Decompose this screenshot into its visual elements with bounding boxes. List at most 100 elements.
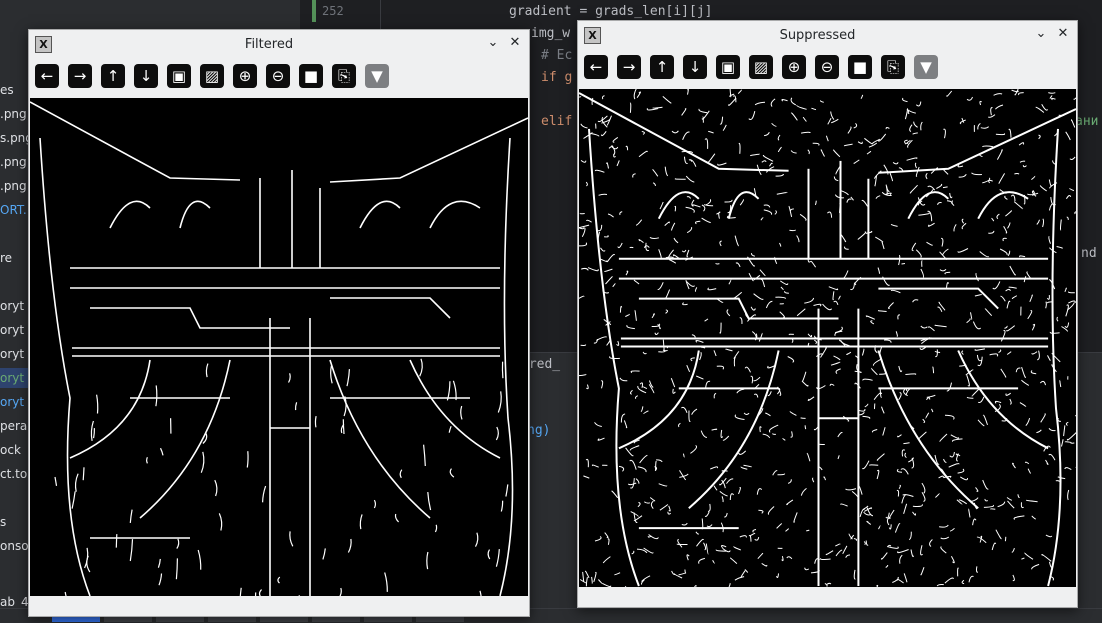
edge-line bbox=[1009, 287, 1017, 288]
edge-line bbox=[1026, 418, 1030, 426]
project-item-selected[interactable]: oryt bbox=[0, 368, 28, 388]
edge-line bbox=[639, 240, 643, 243]
down-icon[interactable]: ↓ bbox=[683, 55, 707, 79]
minimize-chevron-icon[interactable]: ⌄ bbox=[1033, 26, 1049, 42]
clipboard-icon[interactable]: ⎘ bbox=[881, 55, 905, 79]
project-item[interactable]: es bbox=[0, 80, 14, 100]
edge-line bbox=[899, 255, 900, 265]
minimize-chevron-icon[interactable]: ⌄ bbox=[485, 35, 501, 51]
project-item[interactable]: s bbox=[0, 512, 6, 532]
edge-line bbox=[778, 135, 780, 140]
edge-line bbox=[797, 236, 799, 243]
edge-line bbox=[685, 157, 688, 164]
image-icon[interactable]: ▣ bbox=[716, 55, 740, 79]
suppressed-window[interactable]: X Suppressed ⌄ ✕ ← → ↑ ↓ ▣ ▨ ⊕ ⊖ ■ ⎘ ▼ bbox=[577, 20, 1078, 608]
edge-line bbox=[672, 131, 678, 133]
title-bar[interactable]: X Suppressed ⌄ ✕ bbox=[578, 21, 1077, 49]
project-item[interactable]: pera bbox=[0, 416, 27, 436]
edge-line bbox=[939, 525, 948, 527]
edge-line bbox=[805, 568, 809, 570]
edge-line bbox=[760, 427, 762, 432]
edge-line bbox=[488, 550, 490, 559]
save-icon[interactable]: ■ bbox=[848, 55, 872, 79]
edge-line bbox=[607, 254, 614, 262]
project-item[interactable]: .png bbox=[0, 152, 27, 172]
title-bar[interactable]: X Filtered ⌄ ✕ bbox=[29, 30, 529, 58]
edge-line bbox=[785, 291, 789, 293]
edge-line bbox=[967, 97, 973, 100]
project-item[interactable]: onso bbox=[0, 536, 29, 556]
project-item[interactable]: ORT. bbox=[0, 200, 27, 220]
project-item[interactable]: oryt bbox=[0, 392, 24, 412]
image-icon[interactable]: ▣ bbox=[167, 64, 191, 88]
edge-line bbox=[592, 465, 598, 467]
close-icon[interactable]: ✕ bbox=[1055, 26, 1071, 42]
project-item[interactable]: re bbox=[0, 248, 12, 268]
project-item[interactable]: .png bbox=[0, 176, 27, 196]
bottom-tab[interactable] bbox=[156, 617, 204, 622]
edge-line bbox=[630, 103, 631, 113]
edge-line bbox=[289, 373, 291, 382]
up-icon[interactable]: ↑ bbox=[650, 55, 674, 79]
project-item[interactable]: oryt bbox=[0, 344, 24, 364]
edge-line bbox=[908, 110, 909, 114]
image-edit-icon[interactable]: ▨ bbox=[749, 55, 773, 79]
edge-line bbox=[630, 446, 639, 451]
bottom-tab[interactable] bbox=[364, 617, 412, 622]
edge-line bbox=[177, 539, 179, 549]
close-icon[interactable]: ✕ bbox=[507, 35, 523, 51]
bottom-tab[interactable] bbox=[416, 617, 464, 622]
edge-line bbox=[97, 395, 98, 414]
image-edit-icon[interactable]: ▨ bbox=[200, 64, 224, 88]
zoom-out-icon[interactable]: ⊖ bbox=[266, 64, 290, 88]
edge-line bbox=[613, 283, 616, 287]
edge-line bbox=[971, 312, 972, 319]
edge-line bbox=[782, 556, 783, 560]
forward-icon[interactable]: → bbox=[617, 55, 641, 79]
bottom-tab[interactable] bbox=[52, 617, 100, 622]
project-item[interactable]: .png bbox=[0, 104, 27, 124]
edge-line bbox=[764, 132, 769, 136]
bottom-tab[interactable] bbox=[104, 617, 152, 622]
back-icon[interactable]: ← bbox=[35, 64, 59, 88]
edge-line bbox=[954, 224, 956, 231]
bottom-tab[interactable] bbox=[260, 617, 308, 622]
back-icon[interactable]: ← bbox=[584, 55, 608, 79]
up-icon[interactable]: ↑ bbox=[101, 64, 125, 88]
edge-line bbox=[638, 502, 640, 506]
edge-line bbox=[665, 167, 668, 176]
forward-icon[interactable]: → bbox=[68, 64, 92, 88]
edge-line bbox=[909, 532, 911, 540]
edge-line bbox=[858, 142, 862, 144]
edge-line bbox=[347, 369, 349, 386]
edge-line bbox=[889, 510, 894, 518]
edge-line bbox=[945, 415, 954, 419]
save-icon[interactable]: ■ bbox=[299, 64, 323, 88]
edge-line bbox=[780, 281, 787, 285]
edge-line bbox=[1040, 381, 1045, 385]
edge-line bbox=[929, 327, 935, 331]
down-icon[interactable]: ↓ bbox=[134, 64, 158, 88]
bottom-tab[interactable] bbox=[312, 617, 360, 622]
edge-line bbox=[993, 281, 1000, 288]
project-item[interactable]: oryt bbox=[0, 320, 24, 340]
edge-line bbox=[898, 550, 909, 553]
clipboard-icon[interactable]: ⎘ bbox=[332, 64, 356, 88]
filtered-image bbox=[30, 98, 528, 596]
edge-line bbox=[639, 299, 839, 319]
filtered-window[interactable]: X Filtered ⌄ ✕ ← → ↑ ↓ ▣ ▨ ⊕ ⊖ ■ ⎘ ▼ bbox=[28, 29, 530, 617]
bottom-tab[interactable] bbox=[208, 617, 256, 622]
project-item[interactable]: oryt bbox=[0, 296, 24, 316]
edge-line bbox=[814, 304, 822, 306]
project-item[interactable]: ct.to bbox=[0, 464, 27, 484]
zoom-in-icon[interactable]: ⊕ bbox=[782, 55, 806, 79]
edge-line bbox=[687, 197, 691, 199]
color-picker-icon[interactable]: ▼ bbox=[365, 64, 389, 88]
zoom-out-icon[interactable]: ⊖ bbox=[815, 55, 839, 79]
zoom-in-icon[interactable]: ⊕ bbox=[233, 64, 257, 88]
color-picker-icon[interactable]: ▼ bbox=[914, 55, 938, 79]
edge-line bbox=[348, 539, 351, 553]
edge-line bbox=[83, 467, 84, 480]
edge-line bbox=[773, 434, 776, 435]
project-item[interactable]: ock bbox=[0, 440, 21, 460]
